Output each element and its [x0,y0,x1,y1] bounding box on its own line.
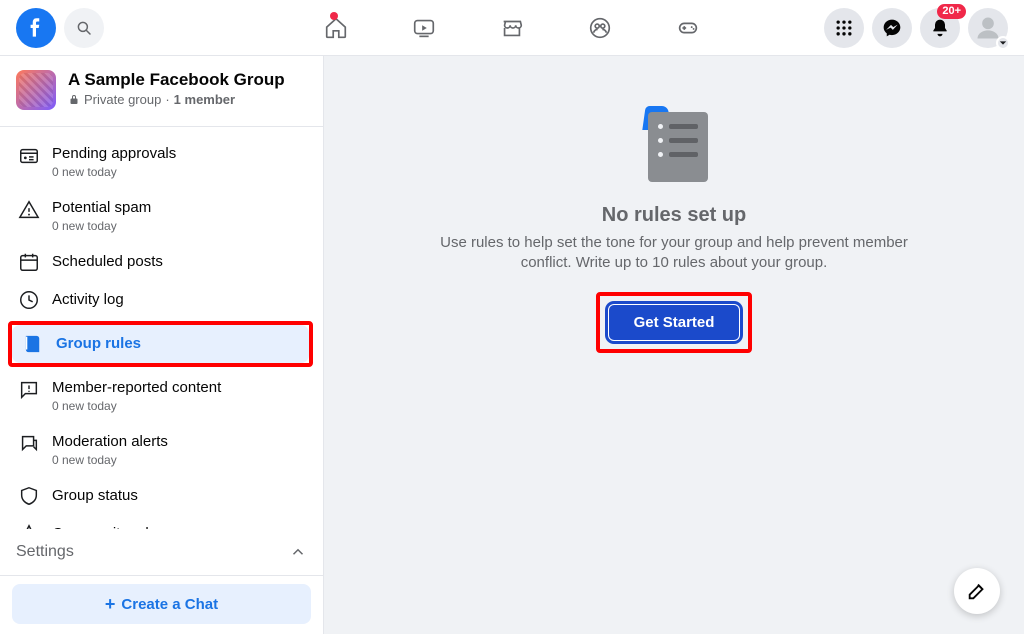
sidebar: A Sample Facebook Group Private group · … [0,56,324,634]
sidebar-item-potential-spam[interactable]: Potential spam0 new today [8,189,315,243]
search-button[interactable] [64,8,104,48]
nav-gaming[interactable] [648,4,728,52]
home-notification-dot [330,12,338,20]
shield-icon [18,485,40,507]
sidebar-item-pending-approvals[interactable]: Pending approvals0 new today [8,135,315,189]
top-nav: 20+ [0,0,1024,56]
sidebar-item-member-reported[interactable]: Member-reported content0 new today [8,369,315,423]
group-avatar [16,70,56,110]
get-started-button[interactable]: Get Started [608,304,741,341]
nav-watch[interactable] [384,4,464,52]
sidebar-item-scheduled-posts[interactable]: Scheduled posts [8,243,315,281]
approvals-icon [18,145,40,167]
chevron-down-icon [996,36,1010,50]
moderation-icon [18,433,40,455]
empty-state-title: No rules set up [602,204,746,227]
plus-icon: + [105,594,116,615]
report-icon [18,379,40,401]
group-header[interactable]: A Sample Facebook Group Private group · … [0,56,323,122]
sidebar-item-community-roles[interactable]: Community roles [8,515,315,529]
create-chat-button[interactable]: + Create a Chat [12,584,311,624]
clock-icon [18,289,40,311]
highlight-group-rules: Group rules [8,321,313,367]
facebook-logo[interactable] [16,8,56,48]
sidebar-item-group-rules[interactable]: Group rules [12,325,309,363]
group-subtitle: Private group · 1 member [68,92,285,107]
menu-button[interactable] [824,8,864,48]
sidebar-item-group-status[interactable]: Group status [8,477,315,515]
calendar-icon [18,251,40,273]
sidebar-item-activity-log[interactable]: Activity log [8,281,315,319]
warning-icon [18,199,40,221]
rules-illustration [638,106,710,184]
nav-home[interactable] [296,4,376,52]
sidebar-item-moderation-alerts[interactable]: Moderation alerts0 new today [8,423,315,477]
book-icon [22,333,44,355]
nav-groups[interactable] [560,4,640,52]
notification-badge: 20+ [937,4,966,19]
nav-marketplace[interactable] [472,4,552,52]
lock-icon [68,94,80,106]
empty-state-description: Use rules to help set the tone for your … [414,233,934,274]
sidebar-settings[interactable]: Settings [0,529,323,575]
account-button[interactable] [968,8,1008,48]
group-title: A Sample Facebook Group [68,70,285,90]
chevron-up-icon [289,543,307,561]
main-content: No rules set up Use rules to help set th… [324,56,1024,634]
highlight-get-started: Get Started [596,292,753,353]
compose-button[interactable] [954,568,1000,614]
messenger-button[interactable] [872,8,912,48]
notifications-button[interactable]: 20+ [920,8,960,48]
